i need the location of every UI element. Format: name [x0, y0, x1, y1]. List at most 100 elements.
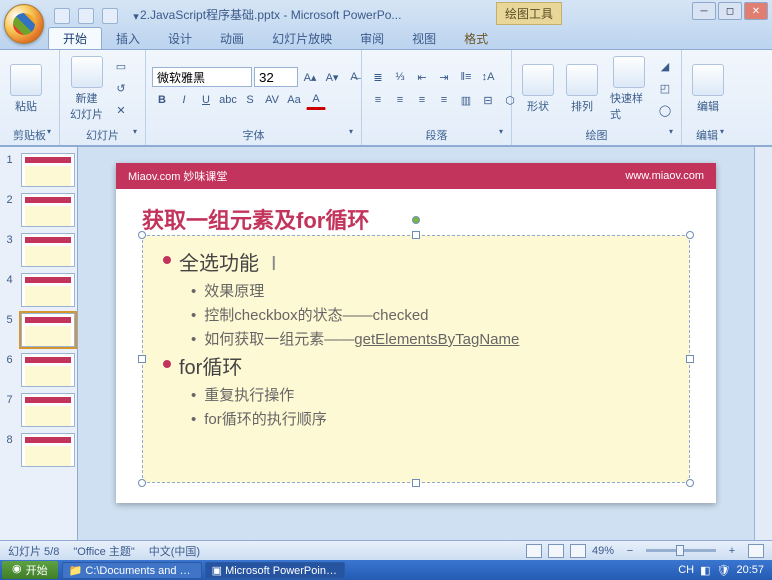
- line-spacing-button[interactable]: ‖≡: [456, 67, 476, 87]
- zoom-slider[interactable]: [646, 549, 716, 552]
- bold-button[interactable]: B: [152, 90, 172, 110]
- office-button[interactable]: [4, 4, 44, 44]
- font-name-select[interactable]: [152, 67, 252, 87]
- resize-handle[interactable]: [686, 231, 694, 239]
- quick-styles-button[interactable]: 快速样式: [606, 54, 651, 124]
- slide-thumbnail[interactable]: 5: [21, 313, 75, 347]
- bullet-l2: 效果原理: [204, 280, 264, 304]
- tray-icon[interactable]: ◧: [700, 564, 710, 577]
- tab-design[interactable]: 设计: [154, 27, 206, 49]
- align-left-button[interactable]: ≡: [368, 90, 388, 110]
- shape-outline-icon[interactable]: ◰: [655, 79, 675, 99]
- group-font: 字体: [152, 125, 355, 145]
- tab-animation[interactable]: 动画: [206, 27, 258, 49]
- normal-view-button[interactable]: [526, 544, 542, 558]
- indent-more-button[interactable]: ⇥: [434, 67, 454, 87]
- resize-handle[interactable]: [412, 479, 420, 487]
- slide-thumbnail-panel[interactable]: 1 2 3 4 5 6 7 8: [0, 147, 78, 540]
- tab-format[interactable]: 格式: [450, 27, 502, 49]
- resize-handle[interactable]: [686, 479, 694, 487]
- clear-format-icon[interactable]: A̶: [344, 67, 364, 87]
- align-text-button[interactable]: ⊟: [478, 90, 498, 110]
- tab-review[interactable]: 审阅: [346, 27, 398, 49]
- zoom-percent[interactable]: 49%: [592, 545, 614, 557]
- shapes-button[interactable]: 形状: [518, 62, 558, 116]
- zoom-in-button[interactable]: +: [722, 541, 742, 561]
- italic-button[interactable]: I: [174, 90, 194, 110]
- bullet-l2: for循环的执行顺序: [204, 408, 327, 432]
- taskbar-item[interactable]: 📁 C:\Documents and Settin...: [62, 562, 202, 579]
- columns-button[interactable]: ▥: [456, 90, 476, 110]
- slide-canvas[interactable]: Miaov.com 妙味课堂 www.miaov.com 获取一组元素及for循…: [78, 147, 754, 540]
- sorter-view-button[interactable]: [548, 544, 564, 558]
- slide-thumbnail[interactable]: 6: [21, 353, 75, 387]
- group-clipboard: 剪贴板: [6, 125, 53, 145]
- bullet-l2: 重复执行操作: [204, 384, 294, 408]
- brand-url: www.miaov.com: [625, 170, 704, 182]
- undo-icon[interactable]: [78, 8, 94, 24]
- delete-slide-icon[interactable]: ✕: [111, 101, 131, 121]
- tab-insert[interactable]: 插入: [102, 27, 154, 49]
- paste-button[interactable]: 粘贴: [6, 62, 46, 116]
- grow-font-icon[interactable]: A▴: [300, 67, 320, 87]
- minimize-button[interactable]: ─: [692, 2, 716, 20]
- shape-effects-icon[interactable]: ◯: [655, 101, 675, 121]
- fit-window-button[interactable]: [748, 544, 764, 558]
- maximize-button[interactable]: ◻: [718, 2, 742, 20]
- resize-handle[interactable]: [412, 231, 420, 239]
- font-color-button[interactable]: A: [306, 90, 326, 110]
- system-tray[interactable]: CH ◧ 🛡 20:57: [678, 564, 770, 577]
- tab-slideshow[interactable]: 幻灯片放映: [258, 27, 346, 49]
- save-icon[interactable]: [54, 8, 70, 24]
- slide-thumbnail[interactable]: 1: [21, 153, 75, 187]
- strike-button[interactable]: abc: [218, 90, 238, 110]
- resize-handle[interactable]: [138, 355, 146, 363]
- justify-button[interactable]: ≡: [434, 90, 454, 110]
- text-direction-button[interactable]: ↕A: [478, 67, 498, 87]
- underline-button[interactable]: U: [196, 90, 216, 110]
- work-area: 1 2 3 4 5 6 7 8 Miaov.com 妙味课堂 www.miaov.com 获取…: [0, 146, 772, 540]
- resize-handle[interactable]: [138, 479, 146, 487]
- text-placeholder[interactable]: 全选功能 效果原理 控制checkbox的状态——checked 如何获取一组元…: [142, 235, 690, 483]
- redo-icon[interactable]: [102, 8, 118, 24]
- arrange-button[interactable]: 排列: [562, 62, 602, 116]
- reset-icon[interactable]: ↺: [111, 79, 131, 99]
- slide-thumbnail[interactable]: 3: [21, 233, 75, 267]
- slide-thumbnail[interactable]: 8: [21, 433, 75, 467]
- layout-icon[interactable]: ▭: [111, 57, 131, 77]
- edit-button[interactable]: 编辑: [688, 62, 728, 116]
- text-content[interactable]: 全选功能 效果原理 控制checkbox的状态——checked 如何获取一组元…: [143, 236, 689, 444]
- slide-thumbnail[interactable]: 4: [21, 273, 75, 307]
- tab-home[interactable]: 开始: [48, 27, 102, 49]
- bullets-button[interactable]: ≣: [368, 67, 388, 87]
- title-bar: ▾ 2.JavaScript程序基础.pptx - Microsoft Powe…: [0, 0, 772, 50]
- close-button[interactable]: ✕: [744, 2, 768, 20]
- taskbar-item[interactable]: ▣ Microsoft PowerPoint - [...: [205, 562, 345, 579]
- start-button[interactable]: ◉开始: [2, 561, 58, 579]
- vertical-scrollbar[interactable]: [754, 147, 772, 540]
- resize-handle[interactable]: [138, 231, 146, 239]
- slide-thumbnail[interactable]: 2: [21, 193, 75, 227]
- char-spacing-button[interactable]: AV: [262, 90, 282, 110]
- quick-access-toolbar: ▾: [54, 6, 146, 26]
- align-center-button[interactable]: ≡: [390, 90, 410, 110]
- tab-view[interactable]: 视图: [398, 27, 450, 49]
- slide-thumbnail[interactable]: 7: [21, 393, 75, 427]
- shape-fill-icon[interactable]: ◢: [655, 57, 675, 77]
- align-right-button[interactable]: ≡: [412, 90, 432, 110]
- change-case-button[interactable]: Aa: [284, 90, 304, 110]
- new-slide-button[interactable]: 新建 幻灯片: [66, 54, 107, 124]
- shadow-button[interactable]: S: [240, 90, 260, 110]
- resize-handle[interactable]: [686, 355, 694, 363]
- zoom-out-button[interactable]: −: [620, 541, 640, 561]
- clock[interactable]: 20:57: [736, 564, 764, 576]
- tray-icon[interactable]: 🛡: [717, 564, 731, 577]
- numbering-button[interactable]: ⅓: [390, 67, 410, 87]
- language-indicator[interactable]: CH: [678, 564, 694, 576]
- slideshow-view-button[interactable]: [570, 544, 586, 558]
- font-size-select[interactable]: [254, 67, 298, 87]
- shrink-font-icon[interactable]: A▾: [322, 67, 342, 87]
- status-language[interactable]: 中文(中国): [149, 543, 200, 559]
- rotate-handle[interactable]: [412, 216, 420, 224]
- indent-less-button[interactable]: ⇤: [412, 67, 432, 87]
